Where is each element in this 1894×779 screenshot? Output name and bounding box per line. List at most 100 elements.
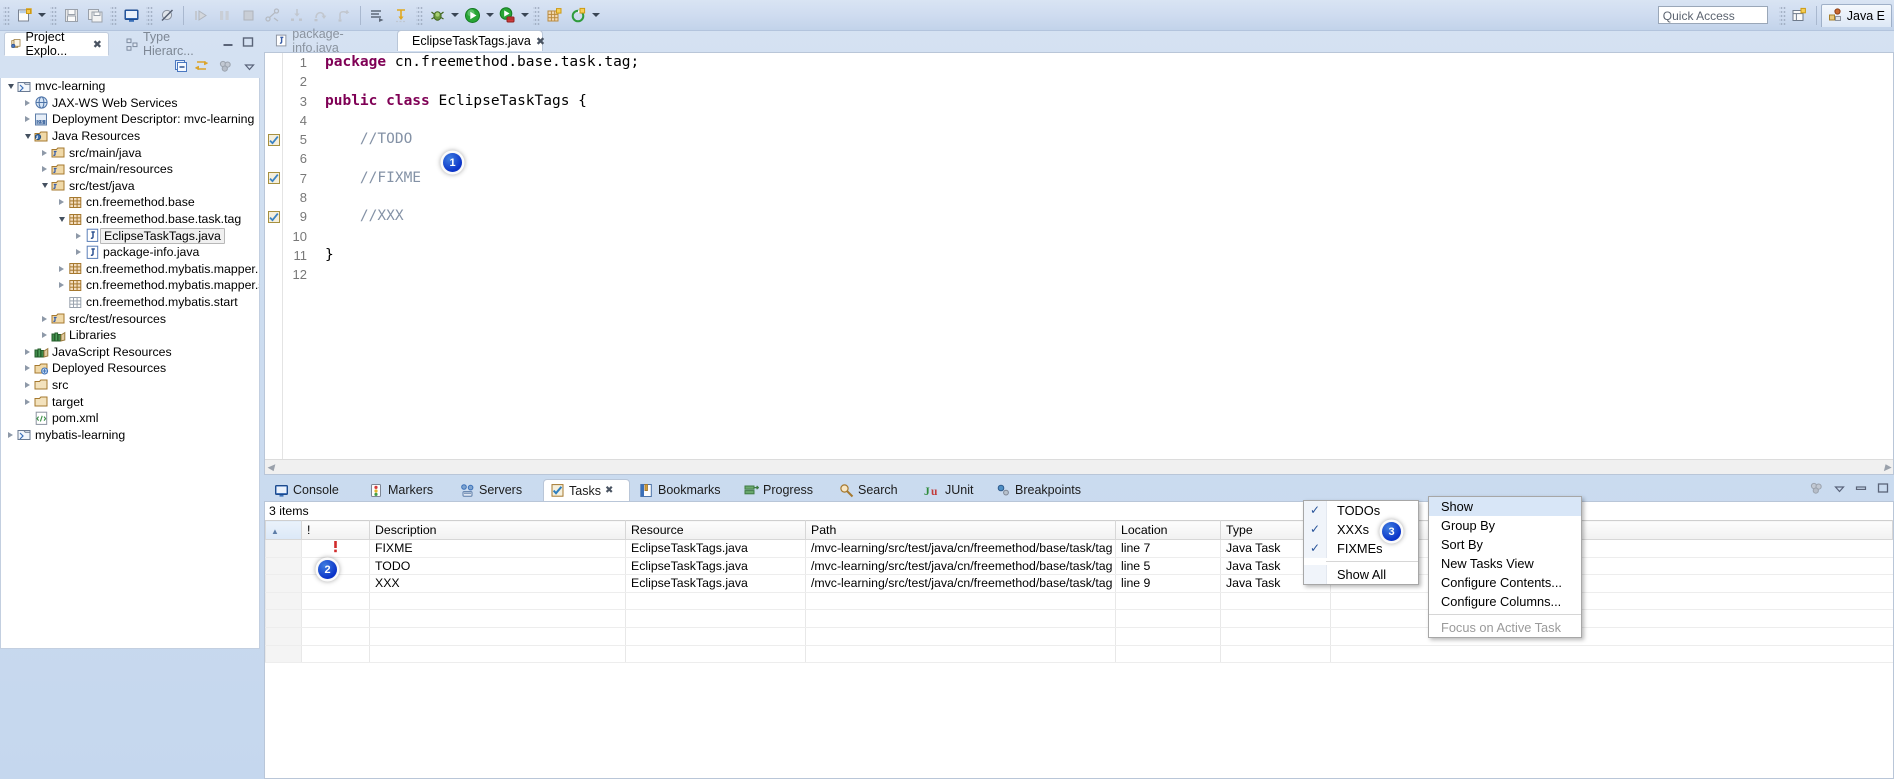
tree-twisty[interactable]: [22, 97, 33, 109]
tree-item[interactable]: cn.freemethod.mybatis.mapper.mas: [1, 261, 259, 278]
code-line[interactable]: [325, 265, 1893, 284]
open-perspective-button[interactable]: [1788, 3, 1812, 27]
bottom-tab-console[interactable]: Console: [268, 479, 360, 501]
run-dropdown[interactable]: [484, 4, 495, 26]
code-line[interactable]: [325, 149, 1893, 168]
bottom-tab-servers[interactable]: Servers: [454, 479, 540, 501]
tasks-view-menu[interactable]: Show Group By Sort By New Tasks View Configu…: [1428, 496, 1582, 638]
quick-access-input[interactable]: Quick Access: [1657, 6, 1768, 24]
open-console-button[interactable]: [119, 3, 143, 27]
tree-item[interactable]: Java Resources: [1, 128, 259, 145]
tree-item[interactable]: src/test/resources: [1, 310, 259, 327]
tree-twisty[interactable]: [22, 130, 33, 142]
toolbar-grip-4[interactable]: [146, 5, 153, 25]
tree-twisty[interactable]: [56, 279, 67, 291]
view-menu-item[interactable]: New Tasks View: [1429, 554, 1581, 573]
tree-item[interactable]: cn.freemethod.mybatis.mapper.slav: [1, 277, 259, 294]
tree-item[interactable]: mybatis-learning: [1, 426, 259, 443]
toolbar-grip-3[interactable]: [110, 5, 117, 25]
show-submenu[interactable]: ✓ TODOs ✓ XXXs ✓ FIXMEs Show All: [1303, 500, 1419, 585]
table-row[interactable]: FIXME EclipseTaskTags.java/mvc-learning/s…: [265, 539, 1893, 558]
tree-item[interactable]: pom.xml: [1, 410, 259, 427]
tab-type-hierarchy[interactable]: Type Hierarc...: [120, 30, 230, 58]
tree-item[interactable]: mvc-learning: [1, 78, 259, 95]
table-row[interactable]: TODO EclipseTaskTags.java/mvc-learning/sr…: [265, 557, 1893, 576]
next-annotation-button[interactable]: [365, 3, 389, 27]
code-line[interactable]: [325, 188, 1893, 207]
show-menu-item[interactable]: ✓ TODOs: [1304, 501, 1418, 520]
new-wizard-dropdown[interactable]: [36, 4, 47, 26]
save-button[interactable]: [59, 3, 83, 27]
tree-twisty[interactable]: [22, 396, 33, 408]
toolbar-grip-5[interactable]: [416, 5, 423, 25]
scroll-left-icon[interactable]: ◀: [267, 462, 274, 473]
collapse-all-icon[interactable]: [172, 57, 190, 75]
table-row-empty[interactable]: [265, 609, 1893, 628]
code-line[interactable]: //FIXME: [325, 169, 1893, 188]
tree-twisty[interactable]: [39, 313, 50, 325]
view-menu-item[interactable]: Configure Columns...: [1429, 592, 1581, 611]
run-button[interactable]: [460, 3, 484, 27]
previous-annotation-button[interactable]: [389, 3, 413, 27]
editor-marker-gutter[interactable]: [265, 53, 283, 474]
tree-twisty[interactable]: [22, 346, 33, 358]
tree-item[interactable]: JavaScript Resources: [1, 344, 259, 361]
tasks-table[interactable]: ▲! Description Resource Path Location Type FI…: [265, 520, 1893, 664]
tree-twisty[interactable]: [39, 163, 50, 175]
tree-twisty[interactable]: [73, 230, 84, 242]
tree-item[interactable]: EclipseTaskTags.java: [1, 227, 259, 244]
task-marker-icon[interactable]: [265, 207, 282, 226]
toolbar-grip-6[interactable]: [533, 5, 540, 25]
code-line[interactable]: //XXX: [325, 207, 1893, 226]
perspective-tab-java-ee[interactable]: Java E: [1820, 3, 1892, 27]
new-wizard-button[interactable]: [12, 3, 36, 27]
tree-item[interactable]: Libraries: [1, 327, 259, 344]
bottom-tab-search[interactable]: Search: [833, 479, 915, 501]
table-row-empty[interactable]: [265, 592, 1893, 611]
tasks-column-header[interactable]: ▲: [265, 520, 302, 540]
bottom-tab-progress[interactable]: Progress: [738, 479, 830, 501]
tasks-column-header[interactable]: Description: [369, 520, 626, 540]
toolbar-grip-7[interactable]: [1778, 5, 1786, 25]
code-line[interactable]: public class EclipseTaskTags {: [325, 92, 1893, 111]
maximize-left-panel-icon[interactable]: [239, 33, 257, 51]
table-row[interactable]: XXX EclipseTaskTags.java/mvc-learning/src…: [265, 574, 1893, 593]
new-annotation-dropdown[interactable]: [590, 4, 601, 26]
code-line[interactable]: [325, 72, 1893, 91]
tree-twisty[interactable]: [22, 362, 33, 374]
task-marker-icon[interactable]: [265, 169, 282, 188]
toolbar-grip[interactable]: [3, 5, 10, 25]
toolbar-grip-2[interactable]: [50, 5, 57, 25]
debug-button[interactable]: [425, 3, 449, 27]
skip-all-breakpoints-button[interactable]: [155, 3, 179, 27]
disconnect-button[interactable]: [260, 3, 284, 27]
close-icon[interactable]: ✖: [536, 35, 545, 48]
tree-twisty[interactable]: [39, 329, 50, 341]
tree-twisty[interactable]: [39, 147, 50, 159]
maximize-icon[interactable]: [1877, 482, 1890, 498]
view-menu-item[interactable]: Group By: [1429, 516, 1581, 535]
tree-item[interactable]: 2.5 Deployment Descriptor: mvc-learning: [1, 111, 259, 128]
table-row-empty[interactable]: [265, 627, 1893, 646]
tree-item[interactable]: package-info.java: [1, 244, 259, 261]
new-annotation-button[interactable]: [566, 3, 590, 27]
save-all-button[interactable]: [83, 3, 107, 27]
code-line[interactable]: [325, 111, 1893, 130]
chevron-down-icon[interactable]: [1833, 482, 1846, 498]
view-menu-icon[interactable]: [1809, 481, 1824, 499]
tree-twisty[interactable]: [73, 246, 84, 258]
show-menu-item[interactable]: ✓ FIXMEs: [1304, 539, 1418, 558]
editor-tab-eclipsetasktags[interactable]: EclipseTaskTags.java ✖: [397, 30, 545, 51]
editor-tab-package-info[interactable]: package-info.java: [266, 27, 394, 55]
tree-twisty[interactable]: [5, 429, 16, 441]
show-menu-item[interactable]: Show All: [1304, 565, 1418, 584]
view-menu-item[interactable]: Configure Contents...: [1429, 573, 1581, 592]
terminate-button[interactable]: [236, 3, 260, 27]
scroll-right-icon[interactable]: ▶: [1884, 462, 1891, 473]
run-on-server-button[interactable]: [495, 3, 519, 27]
close-icon[interactable]: ✖: [605, 485, 613, 496]
tree-twisty[interactable]: [56, 213, 67, 225]
tree-item[interactable]: src/main/java: [1, 144, 259, 161]
tree-twisty[interactable]: [5, 80, 16, 92]
step-over-button[interactable]: [308, 3, 332, 27]
